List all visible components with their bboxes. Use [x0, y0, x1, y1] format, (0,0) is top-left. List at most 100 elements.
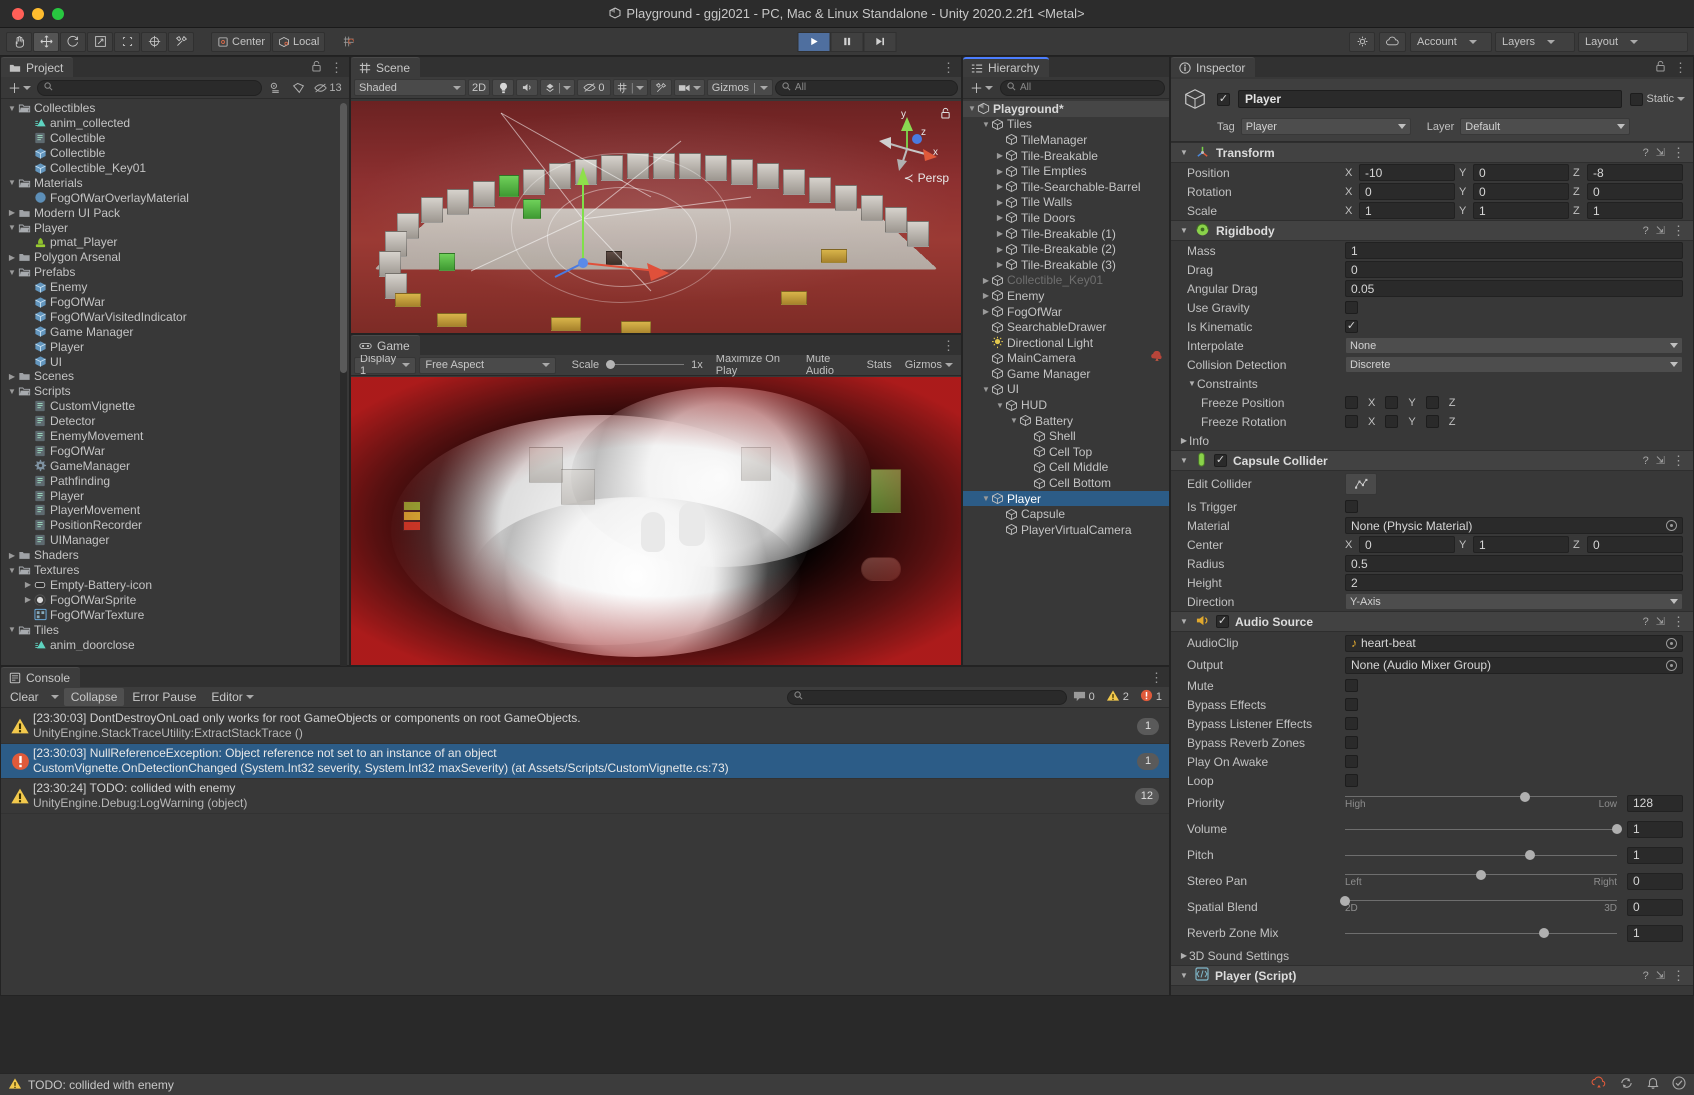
hierarchy-item[interactable]: ▼ Player	[963, 490, 1169, 507]
slider-knob[interactable]	[1340, 895, 1350, 906]
rotation-x-input[interactable]: 0	[1359, 183, 1455, 200]
project-tree-item[interactable]: ▶ UIManager	[1, 533, 341, 548]
hierarchy-search-input[interactable]: All	[1000, 79, 1165, 96]
drag-input[interactable]: 0	[1345, 261, 1683, 278]
fold-arrow-icon[interactable]: ▼	[1179, 148, 1189, 157]
stereo-pan-slider[interactable]: Left Right	[1345, 869, 1617, 891]
fold-arrow-icon[interactable]: ▼	[1179, 226, 1189, 235]
component-actions[interactable]: ? ⇲ ⋮	[1643, 454, 1685, 467]
project-tree-item[interactable]: ▼ Prefabs	[1, 265, 341, 280]
error-pause-button[interactable]: Error Pause	[125, 688, 203, 706]
maximize-on-play-button[interactable]: Maximize On Play	[711, 353, 798, 377]
tab-scene[interactable]: Scene	[351, 57, 421, 77]
fold-arrow-icon[interactable]: ▼	[1179, 617, 1189, 626]
hierarchy-item[interactable]: ▶ Tile-Breakable (1)	[963, 226, 1169, 242]
slider-knob[interactable]	[1519, 791, 1530, 802]
help-icon[interactable]: ?	[1643, 455, 1649, 467]
tree-expand-arrow[interactable]: ▶	[23, 446, 33, 455]
label-filter-icon[interactable]	[288, 80, 308, 96]
tree-expand-arrow[interactable]: ▶	[23, 327, 33, 336]
output-object-field[interactable]: None (Audio Mixer Group)	[1345, 656, 1683, 674]
project-tree-item[interactable]: ▶ GameManager	[1, 458, 341, 473]
move-tool-button[interactable]	[33, 31, 59, 52]
scene-tools-button[interactable]	[649, 79, 672, 96]
tree-expand-arrow[interactable]: ▶	[23, 461, 33, 470]
tree-expand-arrow[interactable]: ▶	[981, 291, 991, 300]
collapse-button[interactable]: Collapse	[63, 688, 125, 706]
tree-expand-arrow[interactable]: ▶	[23, 432, 33, 441]
rotate-tool-button[interactable]	[60, 31, 86, 52]
project-tree-item[interactable]: ▼ Materials	[1, 175, 341, 190]
scale-slider[interactable]	[606, 359, 685, 371]
hierarchy-item[interactable]: ▼ UI	[963, 382, 1169, 398]
hierarchy-item[interactable]: ▶ Cell Top	[963, 444, 1169, 460]
position-vector3[interactable]: X -10 Y 0 Z -8	[1345, 164, 1693, 181]
use-gravity-checkbox[interactable]	[1345, 301, 1358, 314]
preset-icon[interactable]: ⇲	[1656, 969, 1665, 982]
status-message[interactable]: TODO: collided with enemy	[28, 1078, 174, 1092]
project-scrollbar[interactable]	[340, 103, 347, 668]
tree-expand-arrow[interactable]: ▶	[995, 167, 1005, 176]
scale-tool-button[interactable]	[87, 31, 113, 52]
log-count[interactable]: 0	[1068, 690, 1100, 705]
freeze-rot-y-checkbox[interactable]	[1385, 415, 1399, 428]
project-tree-item[interactable]: ▼ Scripts	[1, 384, 341, 399]
hierarchy-item[interactable]: ▶ Enemy	[963, 288, 1169, 304]
project-tree-item[interactable]: ▶ Player	[1, 488, 341, 503]
tree-expand-arrow[interactable]: ▶	[23, 119, 33, 128]
component-actions[interactable]: ? ⇲ ⋮	[1643, 224, 1685, 237]
slider-knob[interactable]	[1612, 824, 1622, 834]
hierarchy-item[interactable]: ▶ Directional Light	[963, 335, 1169, 351]
tree-expand-arrow[interactable]: ▶	[23, 357, 33, 366]
height-input[interactable]: 2	[1345, 574, 1683, 591]
tree-expand-arrow[interactable]: ▶	[23, 610, 33, 619]
tree-expand-arrow[interactable]: ▶	[23, 417, 33, 426]
close-button[interactable]	[12, 7, 24, 20]
scale-vector3[interactable]: X1Y1Z1	[1345, 202, 1693, 219]
fold-arrow-icon[interactable]: ▶	[1179, 951, 1189, 960]
project-scroll-thumb[interactable]	[340, 103, 347, 373]
tree-expand-arrow[interactable]: ▶	[7, 372, 17, 381]
freeze-pos-x-checkbox[interactable]	[1345, 396, 1358, 409]
scene-fx-dropdown[interactable]: |	[540, 79, 575, 96]
spatial-blend-slider[interactable]: 2D 3D	[1340, 895, 1617, 917]
display-dropdown[interactable]: Display 1	[354, 353, 417, 377]
tree-expand-arrow[interactable]: ▶	[23, 580, 33, 589]
tree-expand-arrow[interactable]: ▼	[7, 625, 17, 634]
shading-mode-dropdown[interactable]: Shaded	[354, 79, 466, 96]
layers-dropdown[interactable]: Layers	[1495, 31, 1575, 52]
project-tree-item[interactable]: ▶ Game Manager	[1, 324, 341, 339]
tree-expand-arrow[interactable]: ▶	[23, 283, 33, 292]
hand-tool-button[interactable]	[6, 31, 32, 52]
pivot-mode-button[interactable]: Center	[211, 31, 272, 52]
rotation-vector3[interactable]: X0Y0Z0	[1345, 183, 1693, 200]
component-actions[interactable]: ? ⇲ ⋮	[1643, 146, 1685, 159]
tree-expand-arrow[interactable]: ▼	[7, 268, 17, 277]
scene-camera-dropdown[interactable]	[673, 79, 705, 96]
custom-tool-button[interactable]	[168, 31, 194, 52]
project-tree-item[interactable]: ▼ Collectibles	[1, 101, 341, 116]
tree-expand-arrow[interactable]: ▶	[995, 213, 1005, 222]
tree-expand-arrow[interactable]: ▶	[995, 135, 1005, 144]
hierarchy-item[interactable]: ▶ Shell	[963, 428, 1169, 444]
cloud-icon[interactable]	[1379, 31, 1406, 52]
tree-expand-arrow[interactable]: ▶	[23, 238, 33, 247]
layout-dropdown[interactable]: Layout	[1578, 31, 1688, 52]
project-tree-item[interactable]: ▶ FogOfWarVisitedIndicator	[1, 309, 341, 324]
mute-audio-button[interactable]: Mute Audio	[801, 353, 859, 377]
tree-expand-arrow[interactable]: ▶	[981, 307, 991, 316]
scale-z-input[interactable]: 1	[1587, 202, 1683, 219]
hierarchy-item[interactable]: ▶ Tile Doors	[963, 210, 1169, 226]
sync-icon[interactable]	[1619, 1076, 1634, 1093]
tree-expand-arrow[interactable]: ▶	[23, 164, 33, 173]
gizmos-dropdown[interactable]: Gizmos |	[706, 79, 773, 96]
component-menu-icon[interactable]: ⋮	[1672, 146, 1685, 159]
project-tree-item[interactable]: ▶ anim_collected	[1, 116, 341, 131]
stats-button[interactable]: Stats	[862, 357, 897, 374]
fold-arrow-icon[interactable]: ▼	[1179, 456, 1189, 465]
tab-console[interactable]: Console	[1, 667, 81, 687]
stereo-pan-input[interactable]: 0	[1627, 872, 1683, 890]
maximize-button[interactable]	[52, 7, 64, 20]
scene-lock-icon[interactable]	[940, 107, 951, 122]
console-log-row[interactable]: [23:30:03] DontDestroyOnLoad only works …	[1, 709, 1169, 744]
